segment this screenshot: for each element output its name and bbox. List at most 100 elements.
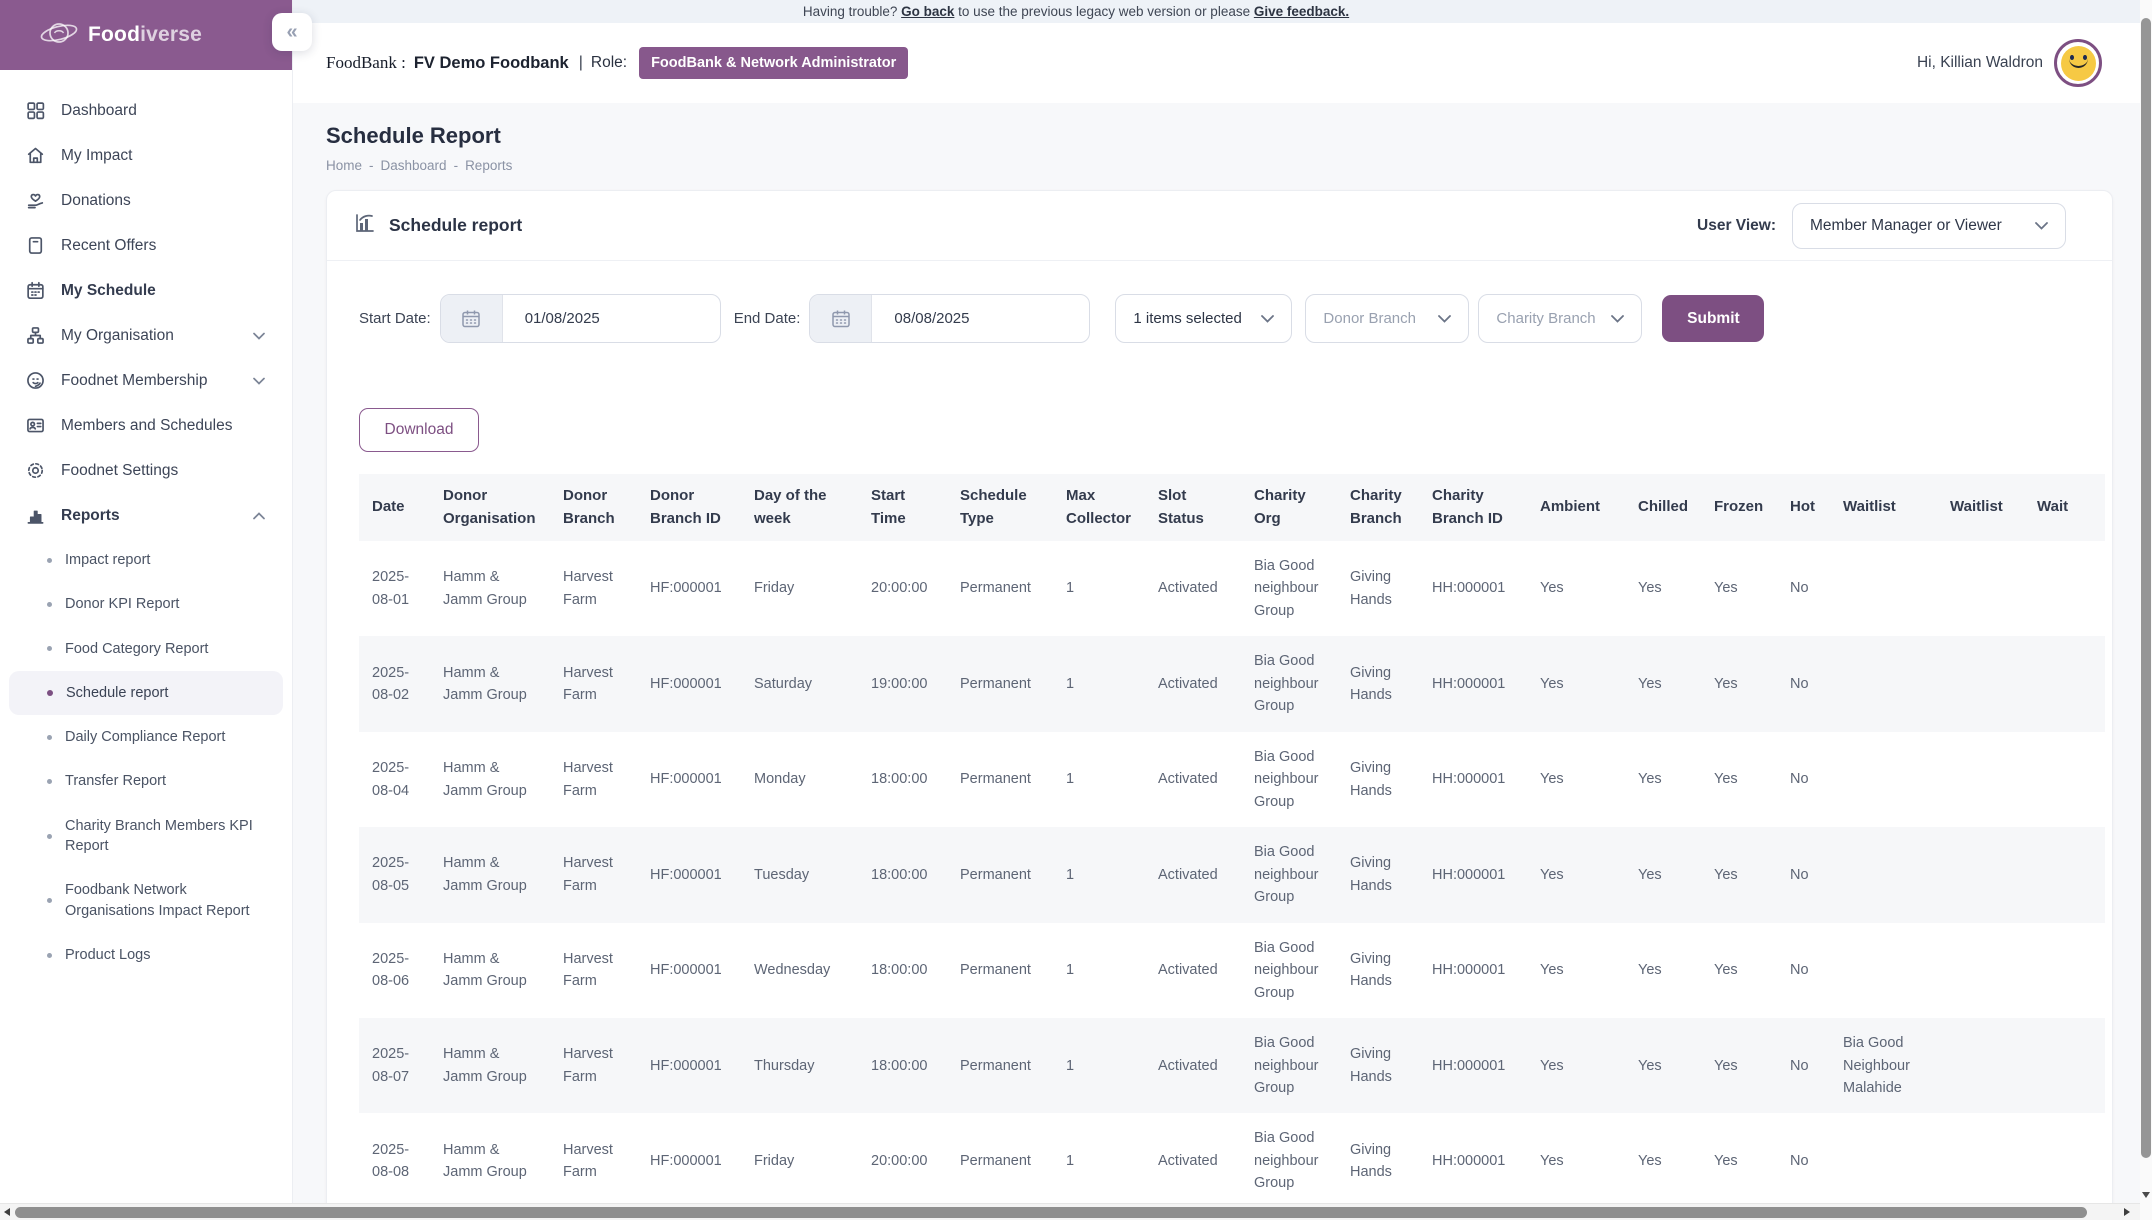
end-date-value: 08/08/2025	[872, 295, 969, 342]
sidebar-item-my-organisation[interactable]: My Organisation	[0, 313, 292, 358]
start-date-label: Start Date:	[359, 310, 431, 327]
table-cell: Giving Hands	[1338, 636, 1420, 731]
calendar-icon	[810, 295, 872, 342]
table-cell: No	[1778, 1113, 1831, 1208]
table-cell: Bia Good neighbour Group	[1242, 1113, 1338, 1208]
sidebar-item-members-and-schedules[interactable]: Members and Schedules	[0, 403, 292, 448]
breadcrumb-reports[interactable]: Reports	[465, 158, 512, 173]
table-cell: HF:000001	[638, 636, 742, 731]
give-feedback-link[interactable]: Give feedback.	[1254, 4, 1349, 19]
scroll-left-arrow-icon[interactable]	[4, 1208, 10, 1216]
table-cell: Giving Hands	[1338, 827, 1420, 922]
chevron-down-icon	[253, 332, 265, 340]
table-cell: Bia Good Neighbour Malahide	[1831, 1018, 1938, 1113]
foodiverse-logo[interactable]: Foodiverse	[38, 17, 202, 54]
table-cell: 1	[1054, 827, 1146, 922]
table-cell: 18:00:00	[859, 923, 948, 1018]
table-cell: Yes	[1528, 1018, 1626, 1113]
horizontal-scrollbar[interactable]	[0, 1203, 2152, 1220]
table-cell	[1831, 923, 1938, 1018]
sidebar-subitem-product-logs[interactable]: Product Logs	[0, 933, 292, 977]
chevron-up-icon	[253, 512, 265, 520]
sidebar-item-reports[interactable]: Reports	[0, 493, 292, 538]
horizontal-scroll-thumb[interactable]	[15, 1207, 2087, 1218]
breadcrumb-home[interactable]: Home	[326, 158, 362, 173]
collapse-chevrons-icon: «	[286, 21, 297, 44]
sidebar-subitem-label: Schedule report	[66, 683, 168, 703]
column-header: Day of the week	[742, 474, 859, 541]
table-cell: Hamm & Jamm Group	[431, 1018, 551, 1113]
table-cell: Yes	[1528, 636, 1626, 731]
sidebar-item-foodnet-settings[interactable]: Foodnet Settings	[0, 448, 292, 493]
sidebar-subitem-donor-kpi-report[interactable]: Donor KPI Report	[0, 582, 292, 626]
sidebar-item-dashboard[interactable]: Dashboard	[0, 88, 292, 133]
table-cell: Yes	[1702, 636, 1778, 731]
bullet-icon	[47, 953, 52, 958]
table-cell: No	[1778, 636, 1831, 731]
scroll-right-arrow-icon[interactable]	[2124, 1208, 2130, 1216]
items-selected-dropdown[interactable]: 1 items selected	[1115, 294, 1292, 343]
calendar-icon	[441, 295, 503, 342]
sidebar-subitem-schedule-report[interactable]: Schedule report	[9, 671, 283, 715]
column-header: Donor Organisation	[431, 474, 551, 541]
sidebar-subitem-foodbank-network-organisations-impact-report[interactable]: Foodbank Network Organisations Impact Re…	[0, 868, 292, 933]
table-cell	[2025, 636, 2105, 731]
donor-branch-dropdown[interactable]: Donor Branch	[1305, 294, 1469, 343]
table-cell: HF:000001	[638, 1113, 742, 1208]
sidebar-subitem-daily-compliance-report[interactable]: Daily Compliance Report	[0, 715, 292, 759]
table-cell	[2025, 1113, 2105, 1208]
table-cell: Thursday	[742, 1018, 859, 1113]
table-cell: Permanent	[948, 732, 1054, 827]
user-view-select[interactable]: Member Manager or Viewer	[1792, 203, 2066, 249]
submit-button[interactable]: Submit	[1662, 295, 1764, 342]
start-date-value: 01/08/2025	[503, 295, 600, 342]
column-header: Charity Branch ID	[1420, 474, 1528, 541]
sidebar-item-foodnet-membership[interactable]: Foodnet Membership	[0, 358, 292, 403]
sidebar-header: Foodiverse	[0, 0, 292, 70]
vertical-scrollbar[interactable]	[2140, 0, 2152, 1220]
download-button[interactable]: Download	[359, 408, 479, 452]
table-cell: HF:000001	[638, 923, 742, 1018]
column-header: Hot	[1778, 474, 1831, 541]
avatar[interactable]	[2054, 39, 2102, 87]
table-cell: Yes	[1626, 732, 1702, 827]
chevron-down-icon	[253, 377, 265, 385]
go-back-link[interactable]: Go back	[901, 4, 954, 19]
table-cell: Harvest Farm	[551, 541, 638, 636]
table-cell: 2025-08-06	[359, 923, 431, 1018]
vertical-scroll-thumb[interactable]	[2141, 18, 2151, 1158]
start-date-input[interactable]: 01/08/2025	[440, 294, 721, 343]
table-cell	[1831, 827, 1938, 922]
sidebar-subitem-label: Food Category Report	[65, 639, 208, 659]
charity-branch-dropdown[interactable]: Charity Branch	[1478, 294, 1642, 343]
sidebar-subitem-food-category-report[interactable]: Food Category Report	[0, 627, 292, 671]
chevron-down-icon	[1261, 315, 1274, 323]
sidebar-subitem-transfer-report[interactable]: Transfer Report	[0, 759, 292, 803]
members-icon	[25, 415, 46, 436]
sidebar-item-my-schedule[interactable]: My Schedule	[0, 268, 292, 313]
sidebar-item-donations[interactable]: Donations	[0, 178, 292, 223]
table-cell: Yes	[1528, 732, 1626, 827]
topbar: FoodBank : FV Demo Foodbank | Role: Food…	[293, 23, 2152, 103]
table-cell: Yes	[1528, 923, 1626, 1018]
sidebar-subitem-charity-branch-members-kpi-report[interactable]: Charity Branch Members KPI Report	[0, 804, 292, 869]
table-cell: Bia Good neighbour Group	[1242, 827, 1338, 922]
sidebar-item-my-impact[interactable]: My Impact	[0, 133, 292, 178]
sidebar-subitem-label: Product Logs	[65, 945, 150, 965]
breadcrumb-dashboard[interactable]: Dashboard	[381, 158, 447, 173]
sidebar-subitem-impact-report[interactable]: Impact report	[0, 538, 292, 582]
table-cell: Saturday	[742, 636, 859, 731]
scroll-down-arrow-icon[interactable]	[2142, 1192, 2150, 1198]
sidebar-item-recent-offers[interactable]: Recent Offers	[0, 223, 292, 268]
table-cell: Giving Hands	[1338, 1113, 1420, 1208]
table-cell: Giving Hands	[1338, 732, 1420, 827]
table-row: 2025-08-01Hamm & Jamm GroupHarvest FarmH…	[359, 541, 2105, 636]
end-date-input[interactable]: 08/08/2025	[809, 294, 1090, 343]
table-cell: Harvest Farm	[551, 636, 638, 731]
sidebar-collapse-button[interactable]: «	[272, 13, 312, 51]
table-cell: Harvest Farm	[551, 1018, 638, 1113]
bullet-icon	[47, 834, 52, 839]
table-cell: No	[1778, 541, 1831, 636]
table-cell: Yes	[1626, 1113, 1702, 1208]
table-row: 2025-08-02Hamm & Jamm GroupHarvest FarmH…	[359, 636, 2105, 731]
